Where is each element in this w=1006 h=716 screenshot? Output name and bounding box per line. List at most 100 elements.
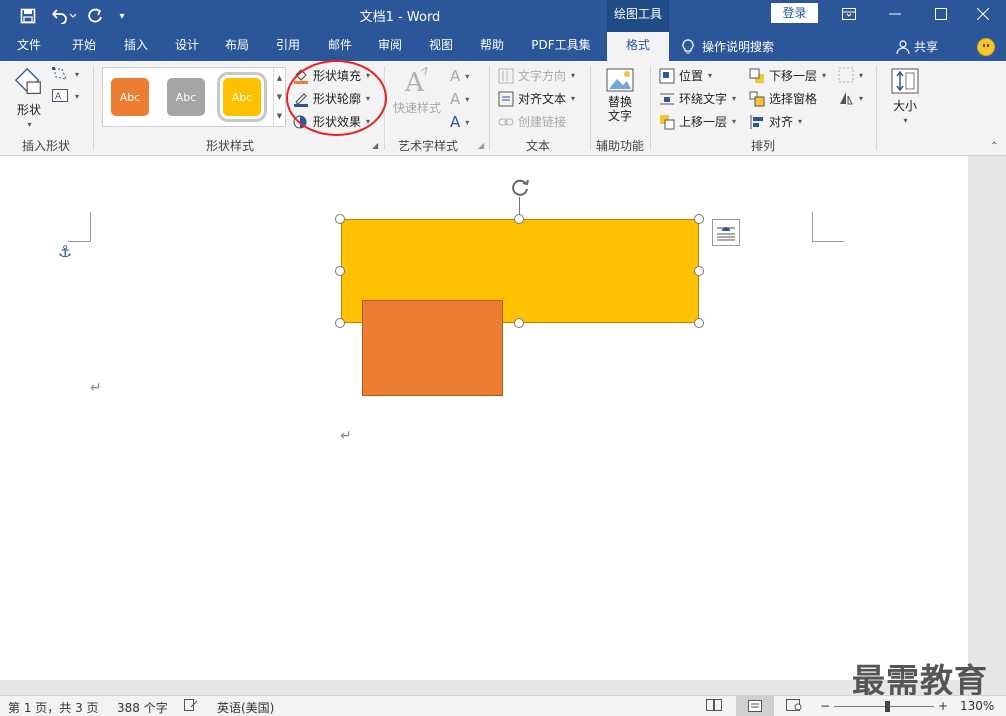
language-status[interactable]: 英语(美国) [217,699,274,716]
send-backward-icon [749,68,764,83]
tell-me-label: 操作说明搜索 [702,40,775,54]
edit-shape-button[interactable]: ▾ [52,67,79,81]
zoom-slider[interactable] [834,706,934,707]
tab-insert[interactable]: 插入 [114,32,158,61]
size-icon [891,68,919,94]
gallery-scroll[interactable]: ▲ ▼ ▼ [273,68,285,126]
tab-review[interactable]: 审阅 [368,32,412,61]
bring-forward-button[interactable]: 上移一层 ▾ [659,113,736,130]
quick-styles-button[interactable]: A 快速样式 [392,67,442,123]
resize-handle[interactable] [694,318,704,328]
ribbon-tabs: 文件 开始 插入 设计 布局 引用 邮件 审阅 视图 帮助 PDF工具集 格式 … [0,32,1006,61]
more-styles-icon[interactable]: ▼ [277,112,282,120]
wrap-text-button[interactable]: 环绕文字 ▾ [659,90,736,107]
wordart-icon: A [404,67,428,97]
shape-style-orange[interactable]: Abc [111,78,149,116]
resize-handle[interactable] [335,214,345,224]
resize-handle[interactable] [514,318,524,328]
shape-style-yellow-selected[interactable]: Abc [217,72,267,122]
ribbon-display-options-icon[interactable] [826,0,872,28]
group-separator [650,66,651,150]
create-link-button[interactable]: 创建链接 [498,113,566,130]
selection-pane-button[interactable]: 选择窗格 [749,90,817,107]
create-link-label: 创建链接 [518,115,567,129]
tab-view[interactable]: 视图 [419,32,463,61]
maximize-icon[interactable] [918,0,964,28]
size-label: 大小 [892,99,917,113]
text-effects-icon[interactable]: A ▾ [450,113,469,131]
tab-references[interactable]: 引用 [266,32,310,61]
chevron-up-icon[interactable]: ▲ [277,74,282,82]
print-layout-icon[interactable] [736,696,774,716]
position-button[interactable]: 位置 ▾ [659,67,712,84]
tab-format[interactable]: 格式 [607,32,669,61]
document-page[interactable]: ⚓ ↵ ↵ [0,156,968,680]
tab-pdf-tools[interactable]: PDF工具集 [523,32,599,61]
tab-home[interactable]: 开始 [62,32,106,61]
layout-options-icon [717,226,735,240]
share-button[interactable]: 共享 [896,32,938,61]
feedback-smiley-icon[interactable] [977,38,995,56]
edit-shape-icon [52,67,67,80]
text-fill-icon[interactable]: A ▾ [450,67,469,85]
link-icon [498,118,514,125]
alt-text-button[interactable]: 替换 文字 [598,67,642,133]
read-mode-icon[interactable] [706,699,722,714]
anchor-icon: ⚓ [58,242,73,261]
rotate-icon[interactable]: ▾ [838,90,863,106]
resize-handle[interactable] [335,266,345,276]
dialog-launcher-icon[interactable]: ◢ [478,141,484,150]
send-backward-label: 下移一层 [769,69,818,83]
align-button[interactable]: 对齐 ▾ [749,113,802,130]
align-text-button[interactable]: 对齐文本 ▾ [498,90,575,107]
layout-options-button[interactable] [712,219,740,246]
size-button[interactable]: 大小 ▾ [888,67,922,129]
tab-design[interactable]: 设计 [165,32,209,61]
dialog-launcher-icon[interactable]: ◢ [372,141,378,150]
resize-handle[interactable] [335,318,345,328]
text-outline-icon[interactable]: A ▾ [450,90,469,108]
orange-rectangle-shape[interactable] [362,300,503,396]
save-icon[interactable] [16,5,40,27]
close-icon[interactable] [960,0,1006,28]
login-button[interactable]: 登录 [771,3,818,23]
rotate-handle-icon[interactable] [509,176,531,198]
vertical-scrollbar[interactable] [968,156,1006,680]
redo-icon[interactable] [84,5,106,27]
page-margin-corner [812,212,844,242]
tab-layout[interactable]: 布局 [215,32,259,61]
tell-me-search[interactable]: 操作说明搜索 [682,32,774,61]
swatch-label: Abc [119,90,141,104]
shapes-button[interactable]: 形状 ▾ [12,67,46,129]
word-count[interactable]: 388 个字 [117,699,168,716]
chevron-down-icon[interactable]: ▼ [277,93,282,101]
zoom-in-icon[interactable]: + [938,699,948,713]
group-separator [590,66,591,150]
alt-text-icon [606,68,634,92]
text-direction-button[interactable]: 文字方向 ▾ [498,67,575,84]
proofing-icon[interactable] [184,699,198,714]
tab-help[interactable]: 帮助 [470,32,514,61]
web-layout-icon[interactable] [786,699,802,714]
zoom-slider-thumb[interactable] [885,701,890,712]
resize-handle[interactable] [694,214,704,224]
zoom-level[interactable]: 130% [960,699,994,713]
zoom-out-icon[interactable]: − [820,699,830,713]
text-box-button[interactable]: A ▾ [52,89,79,103]
send-backward-button[interactable]: 下移一层 ▾ [749,67,826,84]
tab-file[interactable]: 文件 [8,32,50,61]
group-objects-icon[interactable]: ▾ [838,67,863,83]
window-title: 文档1 - Word [359,10,441,25]
resize-handle[interactable] [514,214,524,224]
resize-handle[interactable] [694,266,704,276]
alt-text-label-line1: 替换 [607,95,632,109]
tab-mailings[interactable]: 邮件 [318,32,362,61]
arrange-group-label: 排列 [750,139,775,153]
undo-icon[interactable] [48,5,78,27]
shapes-icon [14,67,41,94]
page-count[interactable]: 第 1 页，共 3 页 [8,699,99,716]
collapse-ribbon-icon[interactable]: ⌃ [990,141,998,152]
shape-style-gray[interactable]: Abc [167,78,205,116]
customize-quick-access-icon[interactable]: ▾ [112,5,132,27]
minimize-icon[interactable] [872,0,918,28]
